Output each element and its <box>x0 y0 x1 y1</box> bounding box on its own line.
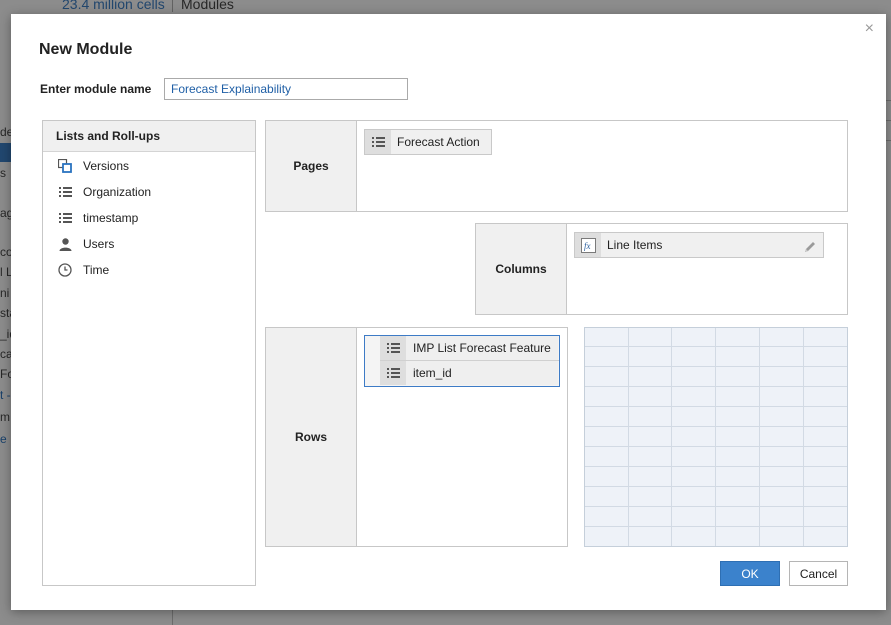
rows-chip-item-id[interactable]: item_id <box>380 361 558 385</box>
rows-chip-imp-list-forecast-feature[interactable]: IMP List Forecast Feature <box>380 336 558 360</box>
ok-button[interactable]: OK <box>720 561 780 586</box>
new-module-dialog: × New Module Enter module name Lists and… <box>11 14 886 610</box>
close-icon[interactable]: × <box>865 20 874 38</box>
module-name-label: Enter module name <box>40 82 152 96</box>
cancel-button[interactable]: Cancel <box>789 561 848 586</box>
list-item-label: timestamp <box>83 211 139 225</box>
list-icon <box>57 179 73 205</box>
chip-label: Forecast Action <box>397 135 480 149</box>
versions-icon <box>57 153 73 179</box>
module-name-input[interactable] <box>164 78 408 100</box>
pages-drop-zone[interactable]: Pages Forecast Action <box>265 120 848 212</box>
chip-label: item_id <box>413 366 452 380</box>
pages-label: Pages <box>266 121 357 211</box>
list-item-label: Users <box>83 237 115 251</box>
list-icon <box>365 130 391 154</box>
chip-label: IMP List Forecast Feature <box>413 341 551 355</box>
columns-label: Columns <box>476 224 567 314</box>
rows-drop-zone[interactable]: Rows IMP List Forecast Feature item_id <box>265 327 568 547</box>
list-item-label: Time <box>83 263 110 277</box>
list-icon <box>380 361 406 385</box>
pencil-icon[interactable] <box>803 238 817 252</box>
list-item-time[interactable]: Time <box>43 257 255 283</box>
list-item-organization[interactable]: Organization <box>43 179 255 205</box>
list-item-timestamp[interactable]: timestamp <box>43 205 255 231</box>
list-item-users[interactable]: Users <box>43 231 255 257</box>
list-item-versions[interactable]: Versions <box>43 153 255 179</box>
columns-chip-line-items[interactable]: fx Line Items <box>574 232 824 258</box>
grid-preview <box>584 327 848 547</box>
columns-drop-zone[interactable]: Columns fx Line Items <box>475 223 848 315</box>
dialog-title: New Module <box>39 41 133 58</box>
list-item-label: Versions <box>83 159 130 173</box>
user-icon <box>57 231 73 257</box>
lists-and-rollups-panel: Lists and Roll-ups Versions Organization… <box>42 120 256 586</box>
list-icon <box>380 336 406 360</box>
lists-panel-header: Lists and Roll-ups <box>43 121 255 152</box>
formula-icon: fx <box>575 233 601 257</box>
clock-icon <box>57 257 73 283</box>
list-item-label: Organization <box>83 185 152 199</box>
rows-label: Rows <box>266 328 357 546</box>
chip-label: Line Items <box>607 238 663 252</box>
rows-selected-group[interactable]: IMP List Forecast Feature item_id <box>364 335 560 387</box>
list-icon <box>57 205 73 231</box>
pages-chip-forecast-action[interactable]: Forecast Action <box>364 129 492 155</box>
svg-text:fx: fx <box>584 241 591 251</box>
